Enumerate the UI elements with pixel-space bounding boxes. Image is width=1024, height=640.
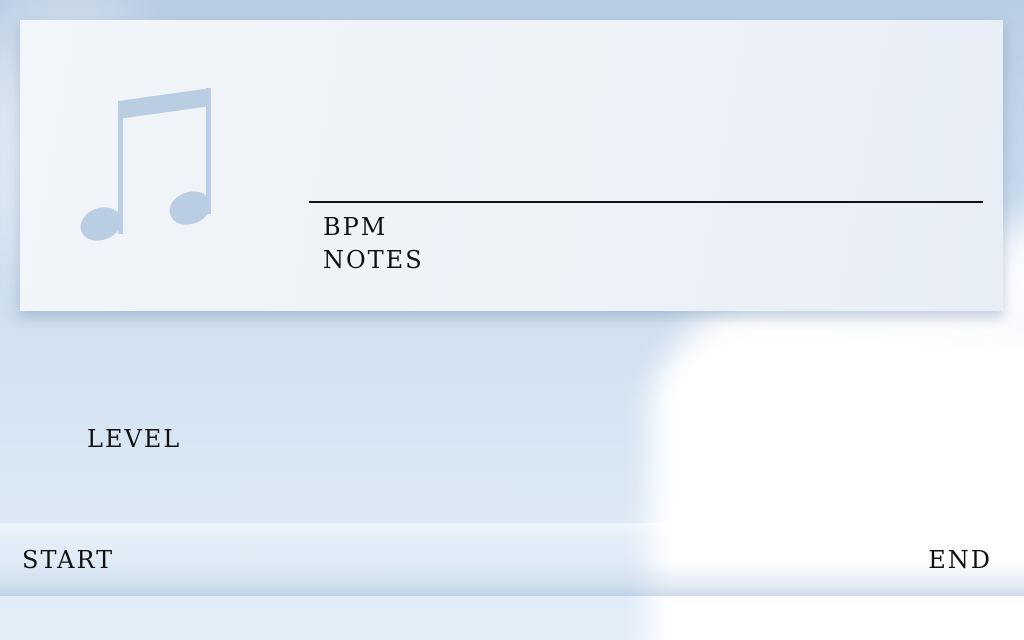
notes-label: NOTES (323, 246, 424, 274)
start-button[interactable]: START (22, 548, 114, 572)
level-label: LEVEL (87, 425, 182, 453)
song-info-card: BPM NOTES (20, 20, 1003, 311)
music-note-icon (80, 88, 211, 241)
card-divider (309, 201, 983, 203)
footer-bar (0, 523, 1024, 596)
bpm-label: BPM (323, 213, 388, 241)
end-button[interactable]: END (928, 548, 992, 572)
